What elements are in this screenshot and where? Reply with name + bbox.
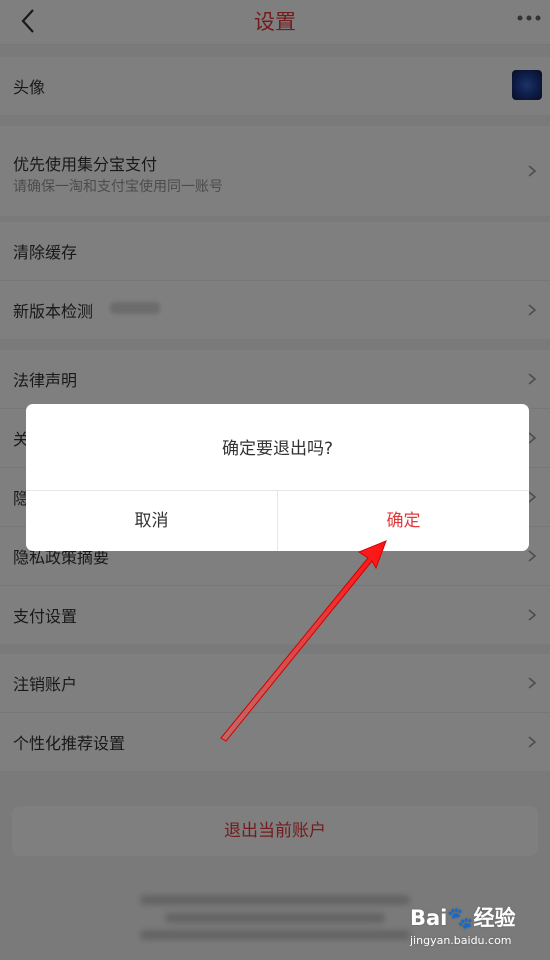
baidu-logo: Bai🐾经验 <box>410 906 516 930</box>
cancel-button[interactable]: 取消 <box>26 491 277 551</box>
confirm-button[interactable]: 确定 <box>278 491 529 551</box>
logout-confirm-dialog: 确定要退出吗? 取消 确定 <box>26 404 529 551</box>
baidu-watermark: Bai🐾经验 jingyan.baidu.com <box>410 902 540 952</box>
baidu-site-text: jingyan.baidu.com <box>410 934 512 947</box>
dialog-message: 确定要退出吗? <box>221 439 334 459</box>
